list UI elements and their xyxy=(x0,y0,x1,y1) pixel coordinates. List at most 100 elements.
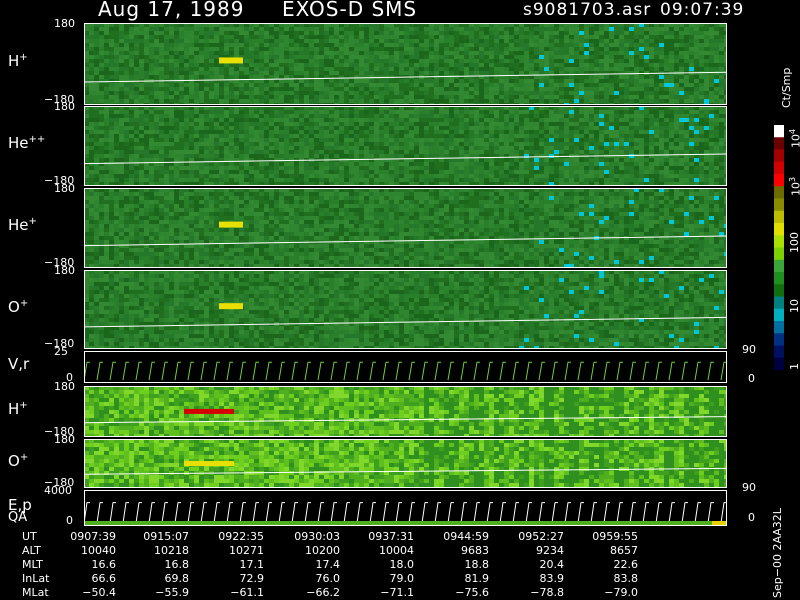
heatmap-cell xyxy=(254,142,259,146)
heatmap-cell xyxy=(259,182,264,186)
heatmap-cell xyxy=(389,67,394,71)
heatmap-cell xyxy=(559,158,564,162)
heatmap-cell xyxy=(219,114,224,118)
heatmap-cell xyxy=(514,106,519,110)
heatmap-cell xyxy=(159,126,164,130)
heatmap-cell xyxy=(649,75,654,79)
heatmap-cell xyxy=(284,114,289,118)
heatmap-cell xyxy=(274,67,279,71)
heatmap-cell xyxy=(439,79,444,83)
heatmap-cell xyxy=(254,31,259,35)
heatmap-cell xyxy=(124,103,129,105)
heatmap-cell xyxy=(459,166,464,170)
heatmap-cell xyxy=(89,67,94,71)
heatmap-cell xyxy=(419,83,424,87)
heatmap-cell xyxy=(254,106,259,110)
heatmap-cell xyxy=(449,170,454,174)
heatmap-cell xyxy=(544,170,549,174)
heatmap-cell xyxy=(519,130,524,134)
heatmap-cell xyxy=(324,31,329,35)
heatmap-cell xyxy=(444,103,449,105)
heatmap-cell xyxy=(119,87,124,91)
heatmap-cell xyxy=(339,99,344,103)
heatmap-cell xyxy=(489,51,494,55)
heatmap-cell xyxy=(384,91,389,95)
heatmap-cell xyxy=(519,23,524,27)
heatmap-cell xyxy=(319,59,324,63)
heatmap-cell xyxy=(314,126,319,130)
heatmap-cell xyxy=(369,103,374,105)
heatmap-cell xyxy=(454,27,459,31)
heatmap-cell xyxy=(714,83,719,87)
heatmap-cell xyxy=(154,106,159,110)
heatmap-cell xyxy=(269,51,274,55)
heatmap-cell xyxy=(714,59,719,63)
heatmap-cell xyxy=(139,158,144,162)
heatmap-cell xyxy=(309,55,314,59)
heatmap-cell xyxy=(589,174,594,178)
heatmap-cell xyxy=(489,110,494,114)
heatmap-cell xyxy=(619,158,624,162)
heatmap-cell xyxy=(134,59,139,63)
heatmap-cell xyxy=(464,55,469,59)
heatmap-cell xyxy=(284,158,289,162)
heatmap-cell xyxy=(324,67,329,71)
heatmap-cell xyxy=(454,95,459,99)
heatmap-cell xyxy=(434,63,439,67)
heatmap-cell xyxy=(689,43,694,47)
heatmap-cell xyxy=(234,178,239,182)
heatmap-cell xyxy=(334,31,339,35)
heatmap-cell xyxy=(234,23,239,27)
heatmap-cell xyxy=(564,67,569,71)
heatmap-cell xyxy=(219,142,224,146)
heatmap-cell xyxy=(484,158,489,162)
heatmap-cell xyxy=(639,67,644,71)
heatmap-cell xyxy=(154,55,159,59)
heatmap-cell xyxy=(339,114,344,118)
heatmap-cell xyxy=(389,166,394,170)
heatmap-cell xyxy=(709,43,714,47)
heatmap-cell xyxy=(89,110,94,114)
heatmap-cell xyxy=(269,55,274,59)
heatmap-cell xyxy=(219,106,224,110)
heatmap-cell xyxy=(504,31,509,35)
heatmap-cell xyxy=(594,31,599,35)
heatmap-cell xyxy=(349,47,354,51)
heatmap-cell xyxy=(139,114,144,118)
heatmap-cell xyxy=(334,99,339,103)
heatmap-cell xyxy=(439,122,444,126)
heatmap-cell xyxy=(354,99,359,103)
heatmap-cell xyxy=(319,110,324,114)
heatmap-cell xyxy=(719,99,724,103)
heatmap-cell xyxy=(359,43,364,47)
heatmap-cell xyxy=(629,122,634,126)
heatmap-cell xyxy=(314,166,319,170)
heatmap-cell xyxy=(99,118,104,122)
heatmap-cell xyxy=(384,63,389,67)
heatmap-cell xyxy=(574,150,579,154)
heatmap-cell xyxy=(209,27,214,31)
heatmap-cell xyxy=(314,150,319,154)
heatmap-cell xyxy=(609,162,614,166)
heatmap-cell xyxy=(259,126,264,130)
heatmap-cell xyxy=(464,23,469,27)
heatmap-cell xyxy=(514,71,519,75)
heatmap-cell xyxy=(404,99,409,103)
heatmap-cell xyxy=(679,75,684,79)
heatmap-cell xyxy=(199,142,204,146)
heatmap-cell xyxy=(599,27,604,31)
heatmap-cell xyxy=(709,63,714,67)
heatmap-cell xyxy=(434,27,439,31)
heatmap-cell xyxy=(344,31,349,35)
heatmap-cell xyxy=(149,55,154,59)
heatmap-cell xyxy=(309,106,314,110)
heatmap-cell xyxy=(274,154,279,158)
heatmap-cell xyxy=(184,23,189,27)
heatmap-cell xyxy=(524,158,529,162)
heatmap-cell xyxy=(309,174,314,178)
heatmap-cell xyxy=(234,122,239,126)
heatmap-cell xyxy=(634,39,639,43)
heatmap-cell xyxy=(304,43,309,47)
heatmap-cell xyxy=(89,150,94,154)
heatmap-cell xyxy=(304,79,309,83)
